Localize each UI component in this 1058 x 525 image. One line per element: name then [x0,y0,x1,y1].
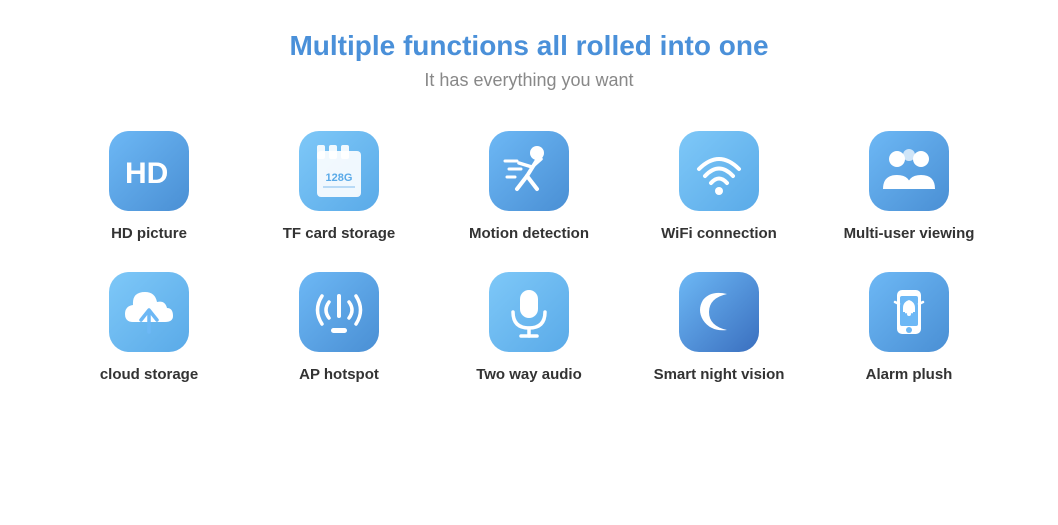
multiuser-label: Multi-user viewing [844,225,975,242]
feature-ap: AP hotspot [244,262,434,403]
hd-icon-box: HD [109,131,189,211]
audio-icon-box [489,272,569,352]
night-label: Smart night vision [654,366,785,383]
night-icon-box [679,272,759,352]
hd-icon: HD [121,153,177,189]
wifi-icon-box [679,131,759,211]
audio-label: Two way audio [476,366,582,383]
features-row-2: cloud storage AP hotspot [29,262,1029,403]
feature-tf-card: 128G TF card storage [244,121,434,262]
feature-hd-picture: HD HD picture [54,121,244,262]
feature-night: Smart night vision [624,262,814,403]
main-title: Multiple functions all rolled into one [289,30,768,62]
cloud-icon [119,282,179,342]
alarm-label: Alarm plush [866,366,953,383]
feature-wifi: WiFi connection [624,121,814,262]
svg-text:128G: 128G [326,172,353,184]
motion-label: Motion detection [469,225,589,242]
ap-icon-box [299,272,379,352]
multiuser-icon-box [869,131,949,211]
hd-label: HD picture [111,225,187,242]
tf-card-icon: 128G [313,141,365,201]
feature-motion: Motion detection [434,121,624,262]
feature-alarm: Alarm plush [814,262,1004,403]
night-icon [689,282,749,342]
feature-audio: Two way audio [434,262,624,403]
motion-icon [499,141,559,201]
ap-icon [309,282,369,342]
features-row-1: HD HD picture 128G TF card storage [29,121,1029,262]
cloud-icon-box [109,272,189,352]
tf-label: TF card storage [283,225,396,242]
cloud-label: cloud storage [100,366,198,383]
svg-text:HD: HD [125,157,168,189]
page-header: Multiple functions all rolled into one I… [289,30,768,91]
wifi-label: WiFi connection [661,225,777,242]
alarm-icon [879,282,939,342]
wifi-icon [689,141,749,201]
multiuser-icon [879,141,939,201]
feature-multiuser: Multi-user viewing [814,121,1004,262]
tf-icon-box: 128G [299,131,379,211]
feature-cloud: cloud storage [54,262,244,403]
audio-icon [499,282,559,342]
alarm-icon-box [869,272,949,352]
subtitle: It has everything you want [289,70,768,91]
ap-label: AP hotspot [299,366,379,383]
features-grid: HD HD picture 128G TF card storage [29,121,1029,403]
motion-icon-box [489,131,569,211]
